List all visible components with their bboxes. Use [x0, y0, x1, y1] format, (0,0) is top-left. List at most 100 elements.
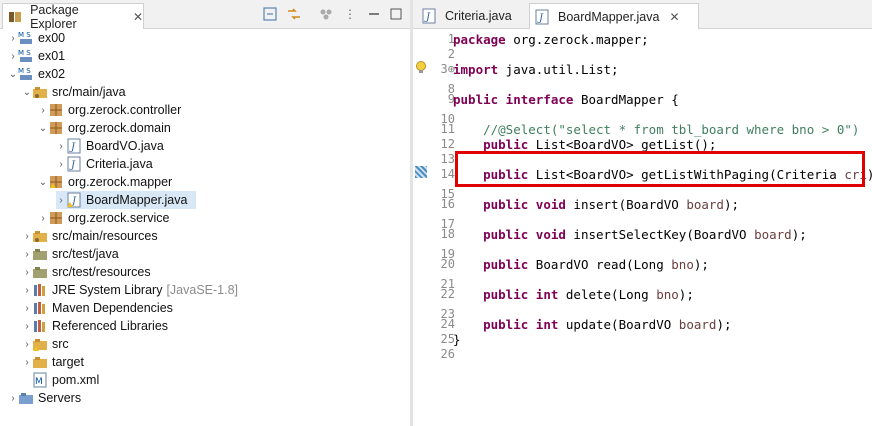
tree-item-label: BoardVO.java — [86, 139, 164, 153]
chevron-right-icon[interactable]: › — [22, 299, 32, 317]
tree-item-ex01[interactable]: › M S ex01 — [8, 47, 65, 65]
tree-item-boardvo-java[interactable]: › J BoardVO.java — [56, 137, 164, 155]
tree-item-label: ex02 — [38, 67, 66, 81]
code-area[interactable]: package org.zerock.mapper; import java.ut… — [453, 29, 872, 426]
tree-item-org-zerock-mapper[interactable]: ⌄ org.zerock.mapper — [38, 173, 172, 191]
tab-label: BoardMapper.java — [558, 9, 660, 24]
tree-item-label: src — [52, 337, 69, 351]
library-icon — [32, 282, 48, 298]
package-explorer-tabbar: Package Explorer ✕ ⋮ — [0, 0, 410, 31]
tree-item-label: src/test/resources — [52, 265, 151, 279]
chevron-down-icon[interactable]: ⌄ — [22, 83, 32, 101]
tree-item-src-test-java[interactable]: › src/test/java — [22, 245, 118, 263]
tab-criteria-java[interactable]: J Criteria.java — [419, 3, 527, 28]
chevron-right-icon[interactable]: › — [8, 29, 18, 47]
chevron-right-icon[interactable]: › — [22, 263, 32, 281]
chevron-right-icon[interactable]: › — [38, 101, 48, 119]
code-token: BoardVO read(Long — [528, 257, 672, 272]
maven-project-icon: M S — [18, 66, 34, 82]
code-line[interactable]: public interface BoardMapper { — [453, 92, 679, 107]
package-warning-icon — [48, 174, 64, 190]
code-token: board — [754, 227, 792, 242]
code-line[interactable]: public List<BoardVO> getList(); — [453, 137, 716, 152]
chevron-down-icon[interactable]: ⌄ — [38, 173, 48, 191]
tree-item-boardmapper-java[interactable]: › J BoardMapper.java — [56, 191, 196, 209]
chevron-right-icon[interactable]: › — [22, 317, 32, 335]
package-icon — [48, 102, 64, 118]
tree-item-org-zerock-domain[interactable]: ⌄ org.zerock.domain — [38, 119, 171, 137]
code-line[interactable]: } — [453, 332, 461, 347]
code-line[interactable]: //@Select("select * from tbl_board where… — [453, 122, 859, 137]
tree-item-label: Servers — [38, 391, 82, 405]
code-token: package — [453, 32, 506, 47]
code-line[interactable]: public BoardVO read(Long bno); — [453, 257, 709, 272]
tree-item-src-main-java[interactable]: ⌄ src/main/java — [22, 83, 126, 101]
tree-item-ex00[interactable]: › M S ex00 — [8, 29, 65, 47]
tree-item-maven-dependencies[interactable]: › Maven Dependencies — [22, 299, 173, 317]
tree-item-label: org.zerock.domain — [68, 121, 171, 135]
code-token: delete(Long — [558, 287, 657, 302]
chevron-right-icon[interactable]: › — [8, 389, 18, 407]
code-line[interactable]: public void insertSelectKey(BoardVO boar… — [453, 227, 807, 242]
code-token: public int — [483, 317, 559, 332]
chevron-down-icon[interactable]: ⌄ — [38, 119, 48, 137]
code-editor[interactable]: 1 2 3⊕ 8 9 10 11 12 13 14 15 16 17 18 19 20 21 22 23 24 25 26… — [413, 29, 872, 426]
code-line[interactable]: public int delete(Long bno); — [453, 287, 694, 302]
tree-item-label: Maven Dependencies — [52, 301, 173, 315]
close-icon[interactable]: ✕ — [133, 10, 143, 24]
chevron-right-icon[interactable]: › — [8, 47, 18, 65]
minimize-icon[interactable] — [366, 6, 382, 22]
package-icon — [48, 210, 64, 226]
code-line[interactable]: package org.zerock.mapper; — [453, 32, 649, 47]
svg-text:M S: M S — [18, 31, 31, 39]
folder-icon — [18, 390, 34, 406]
code-line[interactable]: public int update(BoardVO board); — [453, 317, 732, 332]
tree-item-src[interactable]: › src — [22, 335, 69, 353]
chevron-right-icon[interactable]: › — [56, 137, 66, 155]
chevron-right-icon[interactable]: › — [56, 191, 66, 209]
tree-item-org-zerock-controller[interactable]: › org.zerock.controller — [38, 101, 181, 119]
tree-item-jre-system-library[interactable]: › JRE System Library [JavaSE-1.8] — [22, 281, 238, 299]
tree-item-src-test-resources[interactable]: › src/test/resources — [22, 263, 151, 281]
maximize-icon[interactable] — [388, 6, 404, 22]
chevron-right-icon[interactable]: › — [22, 227, 32, 245]
code-token: bno — [656, 287, 679, 302]
highlight-box — [455, 151, 865, 187]
tree-item-src-main-resources[interactable]: › src/main/resources — [22, 227, 157, 245]
focus-icon[interactable] — [318, 6, 334, 22]
tree-item-pom-xml[interactable]: M pom.xml — [32, 371, 99, 389]
close-icon[interactable]: ✕ — [669, 10, 679, 24]
tree-item-label: org.zerock.service — [68, 211, 170, 225]
chevron-right-icon[interactable]: › — [22, 281, 32, 299]
tree-item-criteria-java[interactable]: › J Criteria.java — [56, 155, 153, 173]
tree-item-ex02[interactable]: ⌄ M S ex02 — [8, 65, 65, 83]
code-line[interactable]: public void insert(BoardVO board); — [453, 197, 739, 212]
chevron-right-icon[interactable]: › — [56, 155, 66, 173]
link-with-editor-icon[interactable] — [286, 6, 302, 22]
code-line[interactable]: import java.util.List; — [453, 62, 619, 77]
tree-item-target[interactable]: › target — [22, 353, 84, 371]
code-token: ); — [716, 317, 732, 332]
chevron-right-icon[interactable]: › — [22, 335, 32, 353]
collapse-all-icon[interactable] — [262, 6, 278, 22]
tab-boardmapper-java[interactable]: J BoardMapper.java ✕ — [529, 3, 699, 29]
tree-item-label: org.zerock.controller — [68, 103, 182, 117]
chevron-down-icon[interactable]: ⌄ — [8, 65, 18, 83]
tree-item-servers[interactable]: › Servers — [8, 389, 81, 407]
java-file-icon: J — [534, 9, 550, 25]
maven-project-icon: M S — [18, 48, 34, 64]
chevron-right-icon[interactable]: › — [22, 245, 32, 263]
tab-package-explorer[interactable]: Package Explorer ✕ — [2, 3, 144, 31]
chevron-right-icon[interactable]: › — [38, 209, 48, 227]
tree-item-referenced-libraries[interactable]: › Referenced Libraries — [22, 317, 168, 335]
folder-icon — [32, 354, 48, 370]
vertical-ruler — [413, 29, 429, 426]
view-menu-icon[interactable]: ⋮ — [342, 6, 358, 22]
tree-item-org-zerock-service[interactable]: › org.zerock.service — [38, 209, 169, 227]
chevron-right-icon[interactable]: › — [22, 353, 32, 371]
maven-file-icon: M — [32, 372, 48, 388]
lightbulb-warning-icon[interactable] — [414, 60, 428, 79]
code-token: update(BoardVO — [558, 317, 679, 332]
